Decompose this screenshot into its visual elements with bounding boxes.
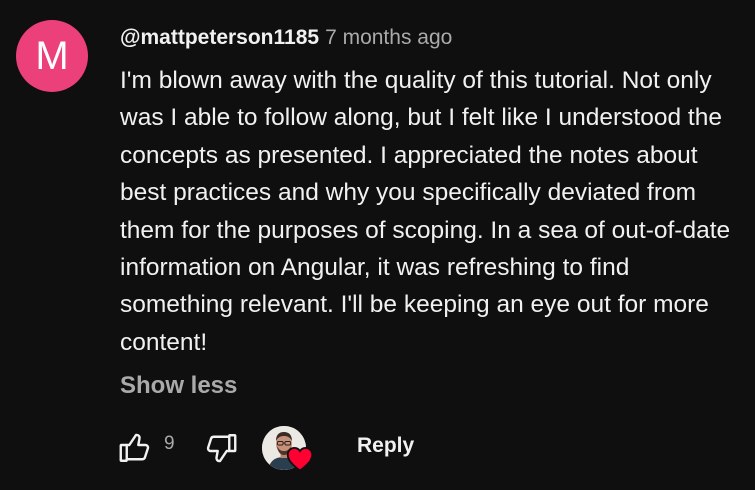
dislike-button[interactable]: [202, 430, 240, 466]
like-button[interactable]: [116, 430, 154, 466]
comment-text: I'm blown away with the quality of this …: [120, 67, 731, 356]
thumbs-down-icon: [206, 434, 237, 463]
avatar-letter: M: [35, 34, 69, 78]
author-name[interactable]: @mattpeterson1185: [120, 26, 319, 49]
comment-thread: M @mattpeterson1185 7 months ago I'm blow…: [0, 0, 755, 490]
show-less-button[interactable]: Show less: [120, 370, 237, 402]
creator-heart-button[interactable]: [262, 424, 314, 472]
thumbs-up-icon: [119, 433, 150, 462]
comment-timestamp[interactable]: 7 months ago: [325, 26, 452, 49]
comment-actions: 9 Reply: [112, 424, 732, 472]
author-avatar[interactable]: M: [16, 20, 88, 92]
heart-icon: [286, 446, 314, 472]
comment-header: @mattpeterson1185 7 months ago: [120, 24, 452, 52]
reply-button[interactable]: Reply: [342, 426, 429, 466]
like-count: 9: [164, 433, 175, 454]
